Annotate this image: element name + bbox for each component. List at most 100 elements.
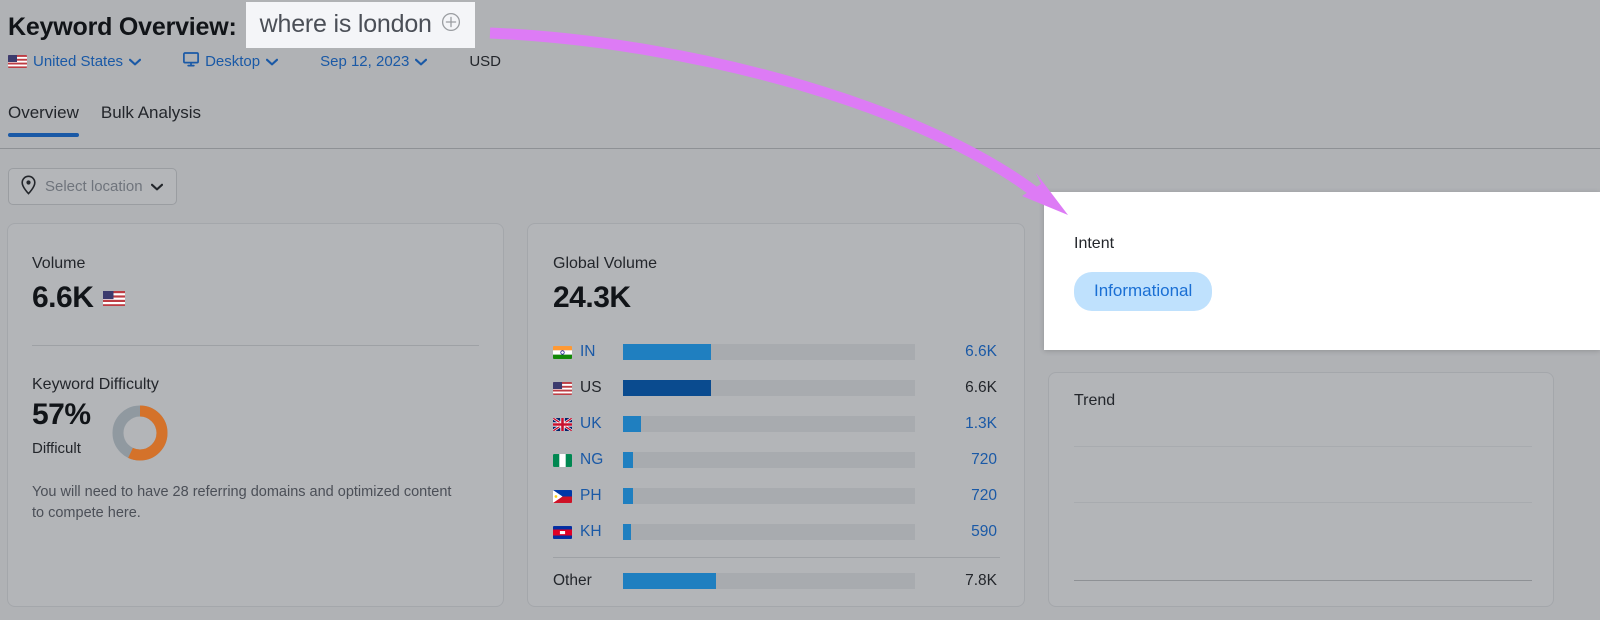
plus-circle-icon[interactable] xyxy=(441,12,461,37)
flag-us-icon xyxy=(8,54,27,68)
global-volume-country-code: Other xyxy=(553,572,592,589)
global-volume-row-other: Other 7.8K xyxy=(553,563,1000,599)
keyword-difficulty-donut xyxy=(110,403,170,468)
tab-divider xyxy=(0,148,1600,149)
filter-currency: USD xyxy=(469,53,501,70)
keyword-difficulty-label: Keyword Difficulty xyxy=(32,376,159,393)
global-volume-value-cell: 590 xyxy=(971,523,997,540)
chevron-down-icon[interactable] xyxy=(150,178,163,195)
global-volume-country-list: IN 6.6K US 6.6K UK 1.3K NG 720 PH 720 KH 590 Other 7.… xyxy=(553,334,1000,599)
keyword-difficulty-note: You will need to have 28 referring domai… xyxy=(32,484,452,521)
global-volume-bar-fill xyxy=(623,488,633,504)
trend-chart xyxy=(1074,428,1532,581)
filter-device[interactable]: Desktop xyxy=(183,51,279,71)
global-volume-country-code: IN xyxy=(580,343,596,360)
global-volume-country-code: UK xyxy=(580,415,602,432)
global-volume-value-cell: 6.6K xyxy=(965,343,997,360)
flag-us-icon xyxy=(553,381,572,395)
trend-card: Trend xyxy=(1048,372,1554,607)
chevron-down-icon[interactable] xyxy=(415,53,428,70)
filter-country-label: United States xyxy=(33,52,124,70)
global-volume-bar-fill xyxy=(623,452,633,468)
global-volume-value-cell: 7.8K xyxy=(965,572,997,589)
chevron-down-icon[interactable] xyxy=(266,53,279,70)
global-volume-row[interactable]: US 6.6K xyxy=(553,370,1000,406)
global-volume-country[interactable]: UK xyxy=(553,415,623,433)
global-volume-value-cell: 6.6K xyxy=(965,379,997,396)
global-volume-country: Other xyxy=(553,572,623,590)
volume-card: Volume 6.6K Keyword Difficulty 57% Diffi… xyxy=(7,223,504,607)
global-volume-value-cell: 720 xyxy=(971,487,997,504)
keyword-input[interactable]: where is london xyxy=(245,2,475,48)
volume-value-row: 6.6K xyxy=(32,281,126,315)
global-volume-bar-fill xyxy=(623,524,632,540)
trend-label: Trend xyxy=(1074,392,1116,409)
filter-date[interactable]: Sep 12, 2023 xyxy=(320,52,428,70)
filter-currency-label: USD xyxy=(469,52,502,70)
select-location-label: Select location xyxy=(45,178,143,195)
global-volume-bar-track xyxy=(623,524,915,540)
global-volume-value-cell: 720 xyxy=(971,451,997,468)
global-volume-country-code: PH xyxy=(580,487,602,504)
intent-panel: Intent Informational xyxy=(1044,192,1600,350)
global-volume-bar-fill xyxy=(623,344,711,360)
global-volume-country[interactable]: IN xyxy=(553,343,623,361)
desktop-icon xyxy=(183,51,200,71)
global-volume-row[interactable]: PH 720 xyxy=(553,478,1000,514)
flag-kh-icon xyxy=(553,525,572,539)
global-volume-row[interactable]: UK 1.3K xyxy=(553,406,1000,442)
select-location-dropdown[interactable]: Select location xyxy=(8,168,177,205)
intent-badge[interactable]: Informational xyxy=(1074,272,1213,311)
keyword-difficulty-text: 57% Difficult xyxy=(32,398,91,457)
tab-overview[interactable]: Overview xyxy=(8,103,79,137)
global-volume-country-code: NG xyxy=(580,451,604,468)
keyword-difficulty-percent: 57% xyxy=(32,398,91,431)
global-volume-bar-fill xyxy=(623,416,641,432)
global-volume-country[interactable]: US xyxy=(553,379,623,397)
page-header: Keyword Overview: where is london xyxy=(8,2,475,48)
keyword-overview-page: Keyword Overview: where is london United… xyxy=(0,0,1600,620)
keyword-difficulty-row: 57% Difficult xyxy=(32,398,170,468)
tab-bar: Overview Bulk Analysis xyxy=(8,103,201,137)
global-volume-country[interactable]: PH xyxy=(553,487,623,505)
global-volume-country-code: US xyxy=(580,379,602,396)
global-volume-bar-track xyxy=(623,380,915,396)
flag-ng-icon xyxy=(553,453,572,467)
filter-date-label: Sep 12, 2023 xyxy=(320,52,410,70)
filter-bar: United States Desktop Sep 12, 2023 USD xyxy=(8,48,501,74)
global-volume-card: Global Volume 24.3K IN 6.6K US 6.6K UK 1.3K NG… xyxy=(527,223,1025,607)
global-volume-country[interactable]: KH xyxy=(553,523,623,541)
volume-value: 6.6K xyxy=(32,281,94,314)
intent-label: Intent xyxy=(1074,235,1115,252)
keyword-input-value: where is london xyxy=(259,10,432,38)
global-volume-value: 24.3K xyxy=(553,281,631,314)
global-volume-bar-track xyxy=(623,344,915,360)
keyword-difficulty-rating: Difficult xyxy=(32,440,81,457)
flag-in-icon xyxy=(553,345,572,359)
global-volume-row[interactable]: KH 590 xyxy=(553,514,1000,550)
chevron-down-icon[interactable] xyxy=(129,53,142,70)
volume-card-divider xyxy=(32,345,479,346)
page-title: Keyword Overview: xyxy=(8,13,237,41)
global-volume-bar-track xyxy=(623,488,915,504)
global-volume-country-code: KH xyxy=(580,523,602,540)
flag-uk-icon xyxy=(553,417,572,431)
global-volume-value-cell: 1.3K xyxy=(965,415,997,432)
global-volume-bar-track xyxy=(623,452,915,468)
volume-label: Volume xyxy=(32,255,86,272)
filter-device-label: Desktop xyxy=(205,52,261,70)
global-volume-bar-track xyxy=(623,573,915,589)
flag-ph-icon xyxy=(553,489,572,503)
filter-country[interactable]: United States xyxy=(8,52,142,70)
global-volume-row[interactable]: NG 720 xyxy=(553,442,1000,478)
global-volume-bar-fill xyxy=(623,380,711,396)
global-volume-row[interactable]: IN 6.6K xyxy=(553,334,1000,370)
tab-bulk-analysis[interactable]: Bulk Analysis xyxy=(101,103,201,137)
global-volume-label: Global Volume xyxy=(553,255,658,272)
map-pin-icon xyxy=(20,174,37,199)
global-volume-bar-track xyxy=(623,416,915,432)
flag-us-icon xyxy=(103,290,126,306)
global-volume-bar-fill xyxy=(623,573,717,589)
global-volume-divider xyxy=(553,557,1000,558)
global-volume-country[interactable]: NG xyxy=(553,451,623,469)
